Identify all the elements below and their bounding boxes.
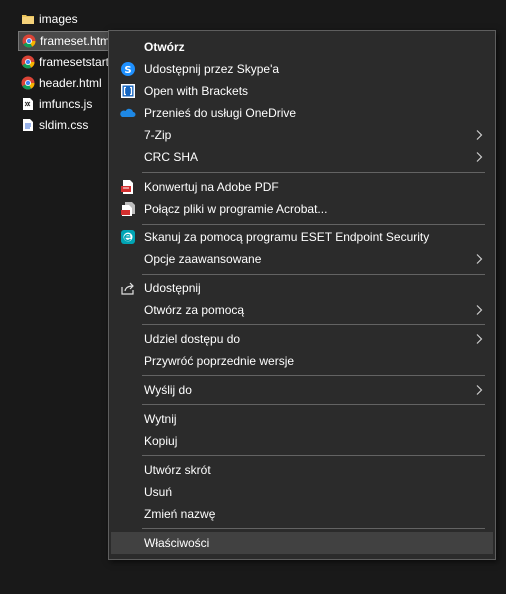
- menu-item-label: Zmień nazwę: [144, 507, 216, 521]
- menu-item-restore-versions[interactable]: Przywróć poprzednie wersje: [111, 350, 493, 372]
- css-file-icon: [23, 119, 33, 131]
- menu-item-open[interactable]: Otwórz: [111, 36, 493, 58]
- menu-item-label: Wyślij do: [144, 383, 192, 397]
- menu-separator: [142, 375, 485, 376]
- menu-separator: [142, 324, 485, 325]
- menu-separator: [142, 528, 485, 529]
- js-file-icon: [23, 98, 33, 110]
- menu-item-create-shortcut[interactable]: Utwórz skrót: [111, 459, 493, 481]
- chevron-right-icon: [476, 152, 483, 162]
- chevron-right-icon: [476, 130, 483, 140]
- brackets-icon: [121, 84, 135, 98]
- file-name: header.html: [39, 76, 102, 90]
- menu-item-eset-scan[interactable]: Skanuj za pomocą programu ESET Endpoint …: [111, 226, 493, 248]
- menu-separator: [142, 172, 485, 173]
- chevron-right-icon: [476, 254, 483, 264]
- file-item-images[interactable]: images: [18, 9, 80, 29]
- menu-item-label: Udostępnij przez Skype'a: [144, 62, 280, 76]
- menu-item-skype-share[interactable]: S Udostępnij przez Skype'a: [111, 58, 493, 80]
- menu-item-label: 7-Zip: [144, 128, 172, 142]
- file-name: sldim.css: [39, 118, 89, 132]
- chrome-html-icon: [21, 76, 35, 90]
- menu-item-label: CRC SHA: [144, 150, 199, 164]
- menu-item-label: Udziel dostępu do: [144, 332, 241, 346]
- menu-item-copy[interactable]: Kopiuj: [111, 430, 493, 452]
- menu-item-label: Skanuj za pomocą programu ESET Endpoint …: [144, 230, 430, 244]
- svg-text:S: S: [124, 65, 131, 76]
- menu-item-label: Udostępnij: [144, 281, 201, 295]
- menu-item-convert-pdf[interactable]: Konwertuj na Adobe PDF: [111, 176, 493, 198]
- file-item-header[interactable]: header.html: [18, 73, 104, 93]
- adobe-pdf-icon: [121, 180, 133, 194]
- menu-item-delete[interactable]: Usuń: [111, 481, 493, 503]
- menu-item-label: Kopiuj: [144, 434, 178, 448]
- menu-item-label: Połącz pliki w programie Acrobat...: [144, 202, 328, 216]
- file-name: images: [39, 12, 78, 26]
- skype-icon: S: [121, 62, 135, 76]
- menu-separator: [142, 455, 485, 456]
- menu-item-label: Wytnij: [144, 412, 177, 426]
- file-item-imfuncs[interactable]: imfuncs.js: [18, 94, 94, 114]
- menu-item-label: Utwórz skrót: [144, 463, 211, 477]
- menu-item-label: Przywróć poprzednie wersje: [144, 354, 295, 368]
- menu-item-properties[interactable]: Właściwości: [111, 532, 493, 554]
- chevron-right-icon: [476, 305, 483, 315]
- menu-item-label: Otwórz za pomocą: [144, 303, 245, 317]
- menu-item-label: Konwertuj na Adobe PDF: [144, 180, 279, 194]
- menu-item-7zip[interactable]: 7-Zip: [111, 124, 493, 146]
- menu-item-rename[interactable]: Zmień nazwę: [111, 503, 493, 525]
- menu-separator: [142, 274, 485, 275]
- menu-item-share[interactable]: Udostępnij: [111, 277, 493, 299]
- menu-item-onedrive[interactable]: Przenieś do usługi OneDrive: [111, 102, 493, 124]
- file-name: frameset.html: [40, 34, 110, 48]
- file-item-framesetstart[interactable]: framesetstart.html: [18, 52, 110, 72]
- chevron-right-icon: [476, 334, 483, 344]
- menu-separator: [142, 224, 485, 225]
- menu-item-send-to[interactable]: Wyślij do: [111, 379, 493, 401]
- menu-item-label: Usuń: [144, 485, 173, 499]
- acrobat-merge-icon: [121, 202, 135, 216]
- context-menu: Otwórz S Udostępnij przez Skype'a Open w…: [108, 30, 496, 560]
- chrome-html-icon: [21, 55, 35, 69]
- file-item-sldim[interactable]: sldim.css: [18, 115, 90, 135]
- folder-icon: [22, 15, 34, 24]
- menu-item-acrobat-merge[interactable]: Połącz pliki w programie Acrobat...: [111, 198, 493, 220]
- file-item-frameset[interactable]: frameset.html: [18, 31, 110, 51]
- menu-item-label: Właściwości: [144, 536, 210, 550]
- menu-item-crc-sha[interactable]: CRC SHA: [111, 146, 493, 168]
- menu-separator: [142, 404, 485, 405]
- menu-item-label: Opcje zaawansowane: [144, 252, 262, 266]
- menu-item-cut[interactable]: Wytnij: [111, 408, 493, 430]
- file-explorer: images frameset.html framesetstart.html: [0, 0, 506, 594]
- file-name: framesetstart.html: [39, 55, 110, 69]
- file-name: imfuncs.js: [39, 97, 93, 111]
- menu-item-label: Przenieś do usługi OneDrive: [144, 106, 297, 120]
- eset-icon: [121, 230, 135, 244]
- chrome-html-icon: [22, 34, 36, 48]
- menu-item-label: Otwórz: [144, 40, 185, 54]
- share-icon: [121, 282, 134, 295]
- onedrive-icon: [120, 108, 136, 117]
- menu-item-advanced-options[interactable]: Opcje zaawansowane: [111, 248, 493, 270]
- menu-item-give-access[interactable]: Udziel dostępu do: [111, 328, 493, 350]
- chevron-right-icon: [476, 385, 483, 395]
- menu-item-brackets[interactable]: Open with Brackets: [111, 80, 493, 102]
- menu-item-label: Open with Brackets: [144, 84, 249, 98]
- menu-item-open-with[interactable]: Otwórz za pomocą: [111, 299, 493, 321]
